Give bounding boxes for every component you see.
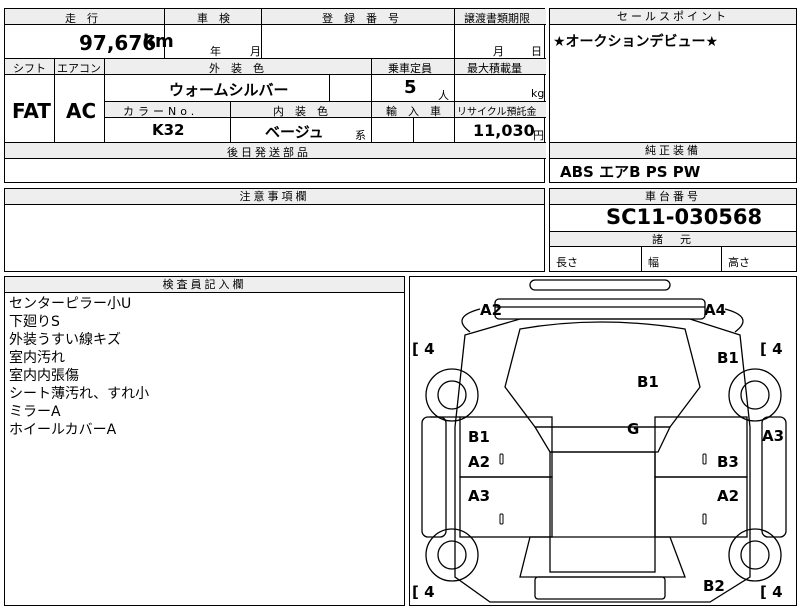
recycle-value: 11,030 (473, 121, 535, 140)
sales-point-text: ★オークションデビュー★ (553, 34, 719, 50)
sales-point-header: セールスポイント (550, 9, 796, 25)
inspector-header: 検査員記入欄 (5, 277, 404, 293)
damage-right-front-door: B3 (717, 453, 739, 471)
dims-header: 諸 元 (550, 231, 796, 247)
inspector-line: 外装うすい線キズ (9, 332, 121, 348)
shift-value: FAT (12, 99, 51, 123)
tire-front-right: [ 4 (760, 340, 783, 358)
damage-windshield: G (627, 420, 640, 438)
transfer-day: 日 (531, 45, 542, 58)
import-label: 輸 入 車 (386, 105, 441, 118)
exterior-color-label: 外 装 色 (209, 62, 264, 75)
shift-label: シフト (13, 62, 46, 75)
inspector-line: シート薄汚れ、すれ小 (9, 386, 150, 402)
registration-label: 登 録 番 号 (322, 12, 399, 25)
damage-front-right: A4 (704, 301, 727, 319)
inspector-box: 検査員記入欄 センターピラー小U 下廻りS 外装うすい線キズ 室内汚れ 室内内張… (4, 276, 405, 606)
tires (425, 368, 782, 582)
mileage-label: 走 行 (65, 12, 98, 25)
notes-box: 注意事項欄 (4, 188, 545, 272)
chassis-box: 車台番号 SC11-030568 諸 元 長さ 幅 高さ (549, 188, 797, 272)
color-no-value: K32 (152, 121, 185, 139)
ac-label: エアコン (57, 62, 101, 75)
damage-front-left: A2 (480, 301, 503, 319)
sales-point-box: セールスポイント ★オークションデビュー★ (549, 8, 797, 143)
max-load-label: 最大積載量 (467, 62, 522, 75)
tire-rear-right: [ 4 (760, 583, 783, 601)
inspector-line: 室内内張傷 (9, 368, 79, 384)
capacity-label: 乗車定員 (388, 62, 432, 75)
shaken-month: 月 (250, 45, 261, 58)
inspector-line: 下廻りS (9, 314, 60, 330)
transfer-month: 月 (493, 45, 504, 58)
damage-right-rear-door: A2 (717, 487, 740, 505)
color-no-label: カラーNo. (123, 105, 199, 118)
recycle-unit: 円 (533, 129, 544, 142)
vehicle-info-grid: 走 行 車 検 登 録 番 号 譲渡書類期限 97,676 km 年 月 月 日… (4, 8, 546, 183)
dims-height: 高さ (728, 256, 750, 269)
inspector-line: 室内汚れ (9, 350, 65, 366)
tire-front-left: [ 4 (412, 340, 435, 358)
notes-header: 注意事項欄 (5, 189, 544, 205)
max-load-unit: kg (531, 87, 545, 100)
damage-right-fender: B1 (717, 349, 739, 367)
interior-suffix: 系 (355, 129, 366, 142)
inspector-line: ミラーA (9, 404, 61, 420)
transfer-deadline-label: 譲渡書類期限 (464, 12, 530, 25)
equipment-text: ABS エアB PS PW (560, 163, 701, 181)
capacity-value: 5 (404, 77, 417, 98)
equipment-header: 純正装備 (550, 143, 796, 159)
damage-left-rear-door: A3 (468, 487, 491, 505)
chassis-header: 車台番号 (550, 189, 796, 205)
damage-right-side: A3 (762, 427, 785, 445)
damage-hood: B1 (637, 373, 659, 391)
dims-length: 長さ (556, 256, 578, 269)
tire-rear-left: [ 4 (412, 583, 435, 601)
interior-color-label: 内 装 色 (273, 105, 328, 118)
ac-value: AC (66, 99, 97, 123)
recycle-label: リサイクル預託金 (457, 107, 537, 118)
damage-rear-right: B2 (703, 577, 725, 595)
damage-left-front-door: B1 (468, 428, 490, 446)
damage-left-front-door-2: A2 (468, 453, 491, 471)
equipment-box: 純正装備 ABS エアB PS PW (549, 142, 797, 183)
shaken-year: 年 (210, 45, 221, 58)
shaken-label: 車 検 (197, 12, 230, 25)
interior-color-value: ベージュ (265, 123, 324, 141)
exterior-color-value: ウォームシルバー (169, 81, 289, 99)
capacity-unit: 人 (438, 89, 449, 102)
car-diagram-box: [ 4 [ 4 [ 4 [ 4 A2 A4 B1 B1 G A3 B1 A2 B… (409, 276, 797, 606)
inspector-line: センターピラー小U (9, 296, 132, 312)
later-parts-label: 後日発送部品 (227, 146, 311, 159)
dims-width: 幅 (648, 256, 659, 269)
chassis-number: SC11-030568 (606, 205, 763, 229)
inspector-line: ホイールカバーA (9, 422, 117, 438)
